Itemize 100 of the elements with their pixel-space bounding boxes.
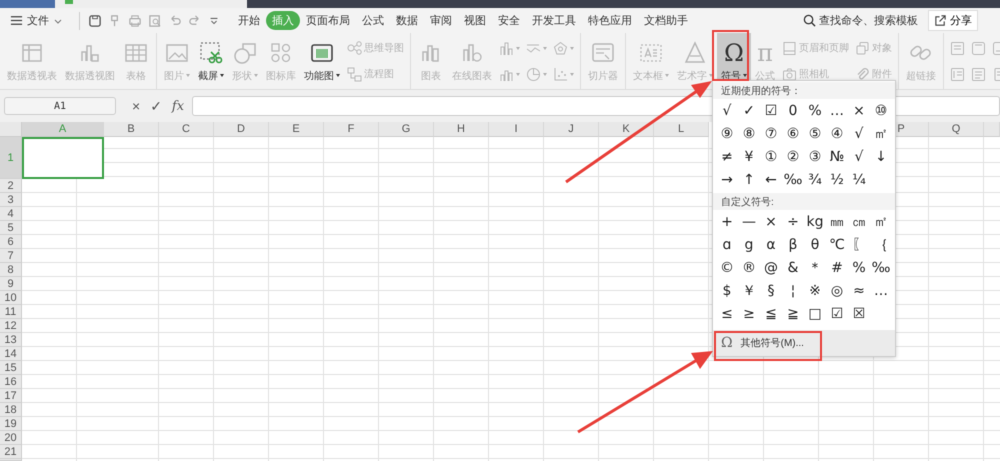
search-button[interactable]: 查找命令、搜索模板 (803, 13, 918, 28)
column-header[interactable]: Q (929, 122, 984, 137)
menu-tab[interactable]: 特色应用 (582, 11, 638, 30)
symbol-item[interactable]: ✓ (738, 99, 760, 122)
symbol-item[interactable]: √ (848, 145, 870, 168)
symbol-item[interactable]: … (870, 279, 892, 302)
symbol-item[interactable]: ≈ (848, 279, 870, 302)
row-header[interactable]: 11 (0, 305, 22, 319)
column-header[interactable]: L (654, 122, 709, 137)
menu-tab[interactable]: 文档助手 (638, 11, 694, 30)
ribbon-button[interactable]: 截屏 (194, 33, 228, 89)
symbol-item[interactable]: θ (804, 233, 826, 256)
symbol-item[interactable]: © (716, 256, 738, 279)
symbol-item[interactable]: ® (738, 256, 760, 279)
symbol-item[interactable]: ☒ (848, 302, 870, 325)
symbol-item[interactable]: ‰ (782, 168, 804, 191)
row-header[interactable]: 4 (0, 207, 22, 221)
symbol-item[interactable]: ⑧ (738, 122, 760, 145)
ribbon-button[interactable]: 功能图 (300, 33, 344, 89)
symbol-item[interactable]: ‰ (870, 256, 892, 279)
symbol-item[interactable]: ⑥ (782, 122, 804, 145)
column-header[interactable]: C (159, 122, 214, 137)
function-button[interactable]: fx (172, 98, 184, 114)
symbol-item[interactable]: — (738, 210, 760, 233)
menu-tab[interactable]: 页面布局 (300, 11, 356, 30)
symbol-item[interactable]: β (782, 233, 804, 256)
row-header[interactable]: 18 (0, 403, 22, 417)
symbol-item[interactable]: ℃ (826, 233, 848, 256)
row-header[interactable]: 19 (0, 417, 22, 431)
row-header[interactable]: 21 (0, 445, 22, 459)
row-header[interactable]: 20 (0, 431, 22, 445)
symbol-item[interactable]: § (760, 279, 782, 302)
selected-cell[interactable] (22, 137, 104, 179)
symbol-item[interactable]: ◎ (826, 279, 848, 302)
column-header[interactable]: F (324, 122, 379, 137)
row-header[interactable]: 9 (0, 277, 22, 291)
symbol-item[interactable]: ↑ (738, 168, 760, 191)
symbol-item[interactable]: g (738, 233, 760, 256)
symbol-item[interactable]: ㎜ (826, 210, 848, 233)
symbol-item[interactable]: % (848, 256, 870, 279)
more-symbols-button[interactable]: Ω 其他符号(M)... (713, 330, 895, 356)
row-header[interactable]: 14 (0, 347, 22, 361)
symbol-item[interactable]: ☑ (826, 302, 848, 325)
menu-tab[interactable]: 数据 (390, 11, 424, 30)
row-header[interactable]: 5 (0, 221, 22, 235)
symbol-item[interactable]: $ (716, 279, 738, 302)
menu-tab[interactable]: 安全 (492, 11, 526, 30)
column-header[interactable]: H (434, 122, 489, 137)
symbol-item[interactable]: ≤ (716, 302, 738, 325)
symbol-item[interactable]: ≧ (782, 302, 804, 325)
menu-tab[interactable]: 公式 (356, 11, 390, 30)
row-header[interactable]: 10 (0, 291, 22, 305)
symbol-item[interactable]: ㎝ (848, 210, 870, 233)
document-tab[interactable] (55, 0, 247, 8)
column-header[interactable]: E (269, 122, 324, 137)
symbol-item[interactable]: ⑤ (804, 122, 826, 145)
row-header[interactable]: 13 (0, 333, 22, 347)
symbol-item[interactable]: 0 (782, 99, 804, 122)
column-header[interactable]: I (489, 122, 544, 137)
symbol-item[interactable]: × (760, 210, 782, 233)
share-button[interactable]: 分享 (928, 10, 978, 31)
menu-tab[interactable]: 开发工具 (526, 11, 582, 30)
symbol-item[interactable]: % (804, 99, 826, 122)
row-header[interactable]: 17 (0, 389, 22, 403)
column-header[interactable]: J (544, 122, 599, 137)
symbol-item[interactable]: ≠ (716, 145, 738, 168)
symbol-item[interactable]: ¼ (848, 168, 870, 191)
column-header[interactable]: B (104, 122, 159, 137)
symbol-item[interactable]: … (826, 99, 848, 122)
menu-tab[interactable]: 开始 (232, 11, 266, 30)
symbol-item[interactable]: ½ (826, 168, 848, 191)
symbol-item[interactable]: & (782, 256, 804, 279)
cancel-button[interactable]: × (132, 98, 140, 114)
symbol-item[interactable]: ③ (804, 145, 826, 168)
symbol-item[interactable]: ÷ (782, 210, 804, 233)
symbol-item[interactable]: ≥ (738, 302, 760, 325)
symbol-item[interactable]: √ (716, 99, 738, 122)
row-header[interactable]: 2 (0, 179, 22, 193)
symbol-item[interactable]: 〖 (848, 233, 870, 256)
row-header[interactable]: 15 (0, 361, 22, 375)
symbol-item[interactable]: + (716, 210, 738, 233)
menu-tab[interactable]: 视图 (458, 11, 492, 30)
symbol-item[interactable]: ⑩ (870, 99, 892, 122)
column-header[interactable]: G (379, 122, 434, 137)
column-header[interactable]: D (214, 122, 269, 137)
row-header[interactable]: 6 (0, 235, 22, 249)
symbol-item[interactable]: № (826, 145, 848, 168)
symbol-item[interactable]: ｛ (870, 233, 892, 256)
symbol-item[interactable]: ɑ (716, 233, 738, 256)
row-header[interactable]: 3 (0, 193, 22, 207)
symbol-item[interactable]: √ (848, 122, 870, 145)
symbol-item[interactable]: □ (804, 302, 826, 325)
symbol-item[interactable]: ≦ (760, 302, 782, 325)
symbol-item[interactable]: ※ (804, 279, 826, 302)
symbol-item[interactable]: ¥ (738, 145, 760, 168)
symbol-item[interactable]: ↓ (870, 145, 892, 168)
symbol-item[interactable]: ＊ (804, 256, 826, 279)
symbol-item[interactable]: → (716, 168, 738, 191)
symbol-item[interactable]: ☑ (760, 99, 782, 122)
menu-tab[interactable]: 审阅 (424, 11, 458, 30)
